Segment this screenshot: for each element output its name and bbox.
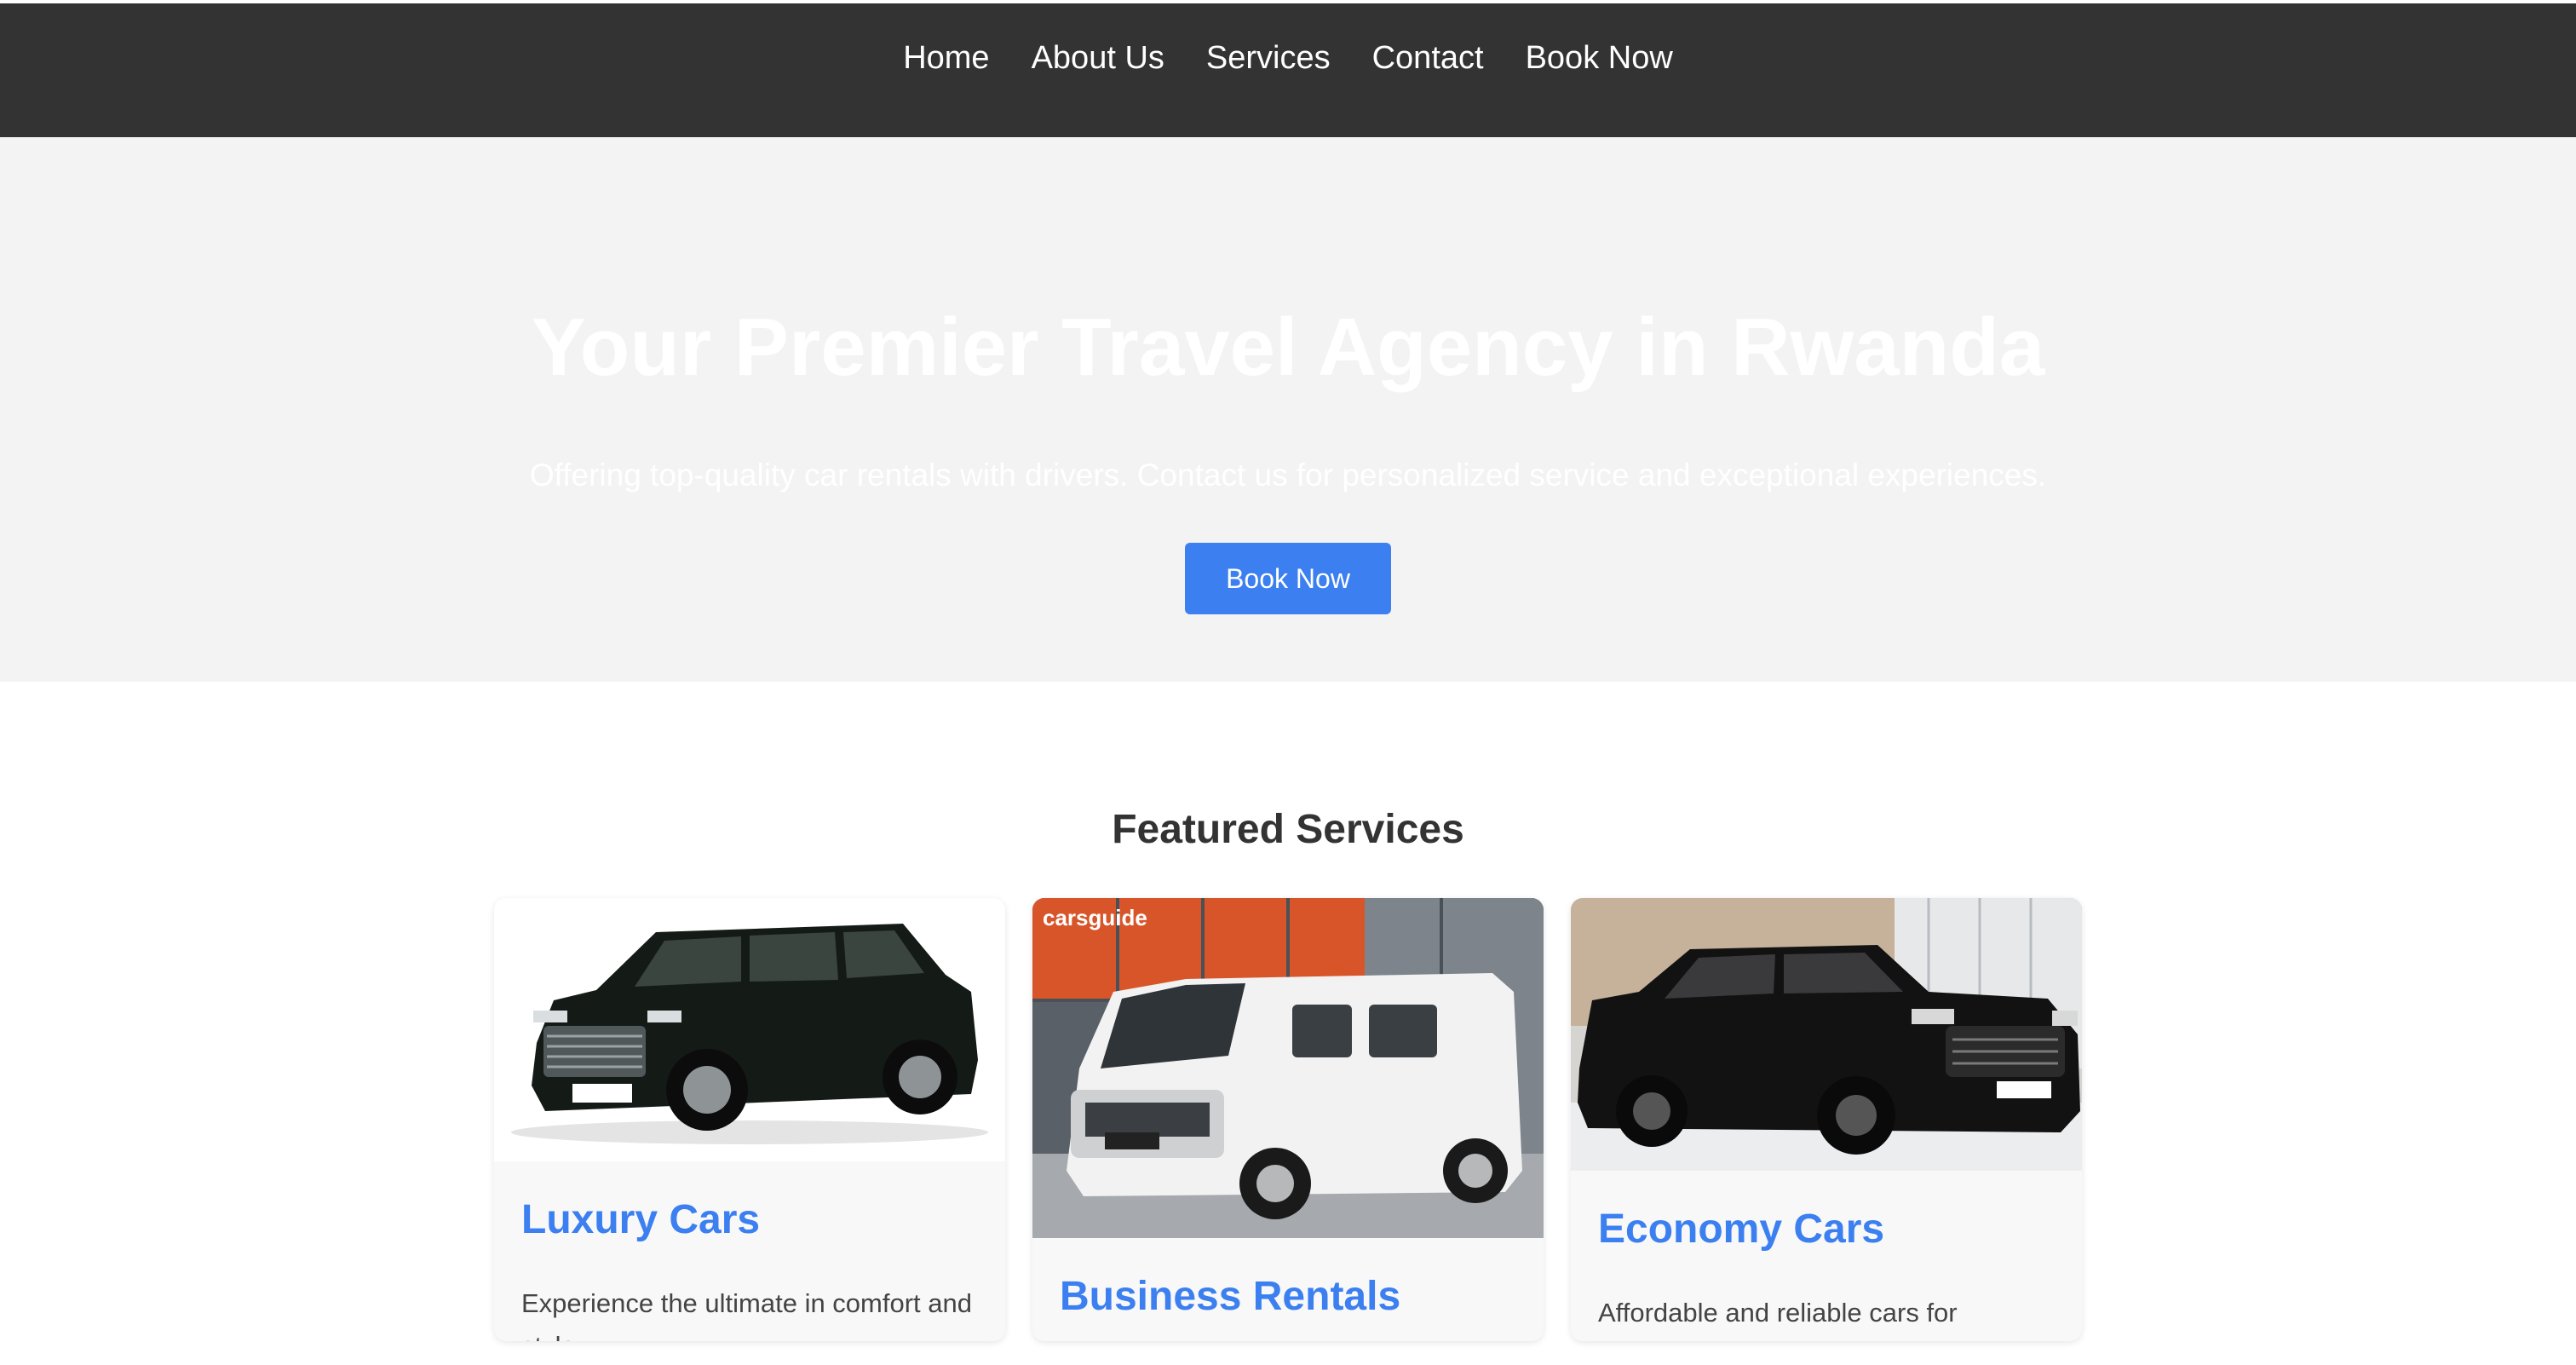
card-title-business: Business Rentals — [1060, 1274, 1401, 1319]
black-pickup-image — [1571, 898, 2082, 1171]
card-desc-economy: Affordable and reliable cars for everyda… — [1598, 1298, 1958, 1341]
featured-services-title: Featured Services — [1112, 807, 1464, 852]
nav-item-book-now: Book Now — [1526, 36, 1673, 80]
nav-item-services: Services — [1206, 36, 1331, 80]
hero-book-now-button[interactable]: Book Now — [1185, 543, 1391, 614]
nav-item-contact: Contact — [1372, 36, 1484, 80]
service-card-economy[interactable]: Economy Cars Affordable and reliable car… — [1571, 898, 2082, 1341]
white-van-image: carsguide — [1032, 898, 1544, 1238]
navbar: Home About Us Services Contact Book Now — [0, 3, 2576, 137]
service-card-business[interactable]: carsguide Business Rentals — [1032, 898, 1544, 1341]
nav-link-about-us[interactable]: About Us — [1032, 36, 1164, 80]
card-title-luxury: Luxury Cars — [521, 1197, 761, 1242]
nav-link-home[interactable]: Home — [903, 36, 989, 80]
hero-section: Your Premier Travel Agency in Rwanda Off… — [0, 137, 2576, 682]
hero-title: Your Premier Travel Agency in Rwanda — [531, 302, 2045, 393]
card-title-economy: Economy Cars — [1598, 1207, 1885, 1252]
service-card-luxury[interactable]: Luxury Cars Experience the ultimate in c… — [494, 898, 1005, 1341]
nav-link-contact[interactable]: Contact — [1372, 36, 1484, 80]
nav-link-services[interactable]: Services — [1206, 36, 1331, 80]
nav-list: Home About Us Services Contact Book Now — [0, 36, 2576, 80]
carsguide-watermark: carsguide — [1043, 905, 1147, 930]
luxury-suv-image — [494, 898, 1005, 1161]
nav-item-about: About Us — [1032, 36, 1164, 80]
nav-link-book-now[interactable]: Book Now — [1526, 36, 1673, 80]
nav-item-home: Home — [903, 36, 989, 80]
card-desc-luxury: Experience the ultimate in comfort and s… — [521, 1288, 972, 1341]
hero-subtitle: Offering top-quality car rentals with dr… — [529, 458, 2047, 492]
